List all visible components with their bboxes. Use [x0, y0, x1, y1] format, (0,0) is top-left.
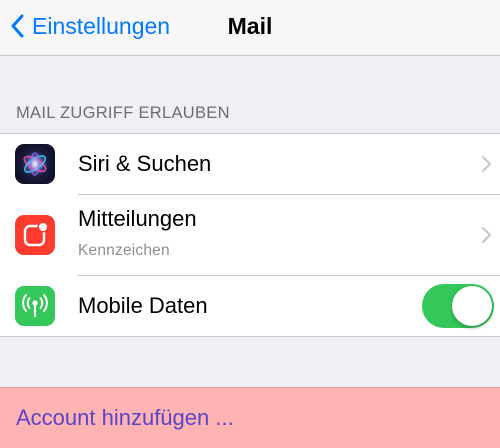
- row-label: Mitteilungen: [78, 206, 197, 231]
- settings-group: Siri & Suchen Mitteilungen Kennzeichen M…: [0, 133, 500, 337]
- mobile-data-toggle[interactable]: [422, 284, 494, 328]
- settings-row-notifications[interactable]: Mitteilungen Kennzeichen: [0, 195, 500, 276]
- add-account-button[interactable]: Account hinzufügen ...: [0, 387, 500, 448]
- row-label: Mobile Daten: [78, 293, 208, 318]
- row-label: Siri & Suchen: [78, 151, 212, 176]
- section-header: MAIL ZUGRIFF ERLAUBEN: [16, 104, 230, 122]
- navigation-bar: Einstellungen Mail: [0, 0, 500, 56]
- settings-row-mobile-data: Mobile Daten: [0, 276, 500, 337]
- page-title: Mail: [227, 12, 273, 39]
- notifications-icon: [15, 215, 55, 255]
- chevron-right-icon: [480, 152, 494, 176]
- chevron-right-icon: [480, 223, 494, 247]
- settings-row-siri[interactable]: Siri & Suchen: [0, 134, 500, 195]
- cellular-antenna-icon: [15, 286, 55, 326]
- toggle-knob: [452, 286, 492, 326]
- row-sublabel: Kennzeichen: [78, 242, 170, 259]
- add-account-label: Account hinzufügen ...: [16, 405, 234, 430]
- siri-icon: [15, 144, 55, 184]
